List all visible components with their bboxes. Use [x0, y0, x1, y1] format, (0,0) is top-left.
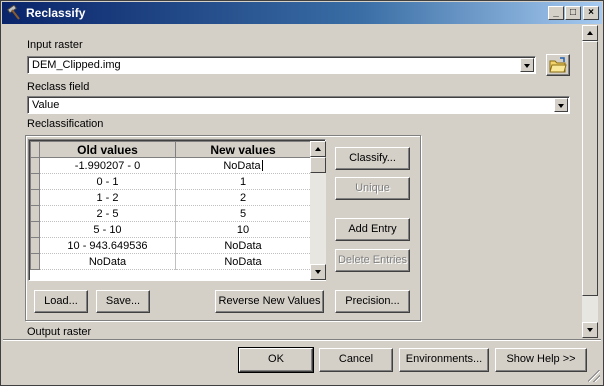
close-button[interactable]: ×	[583, 6, 599, 20]
new-value-text: NoData	[223, 159, 261, 172]
precision-button[interactable]: Precision...	[335, 290, 410, 313]
chevron-down-icon[interactable]	[554, 98, 568, 112]
table-row[interactable]: NoData NoData	[30, 253, 311, 270]
reclassification-label: Reclassification	[27, 118, 104, 130]
table-header-row: Old values New values	[30, 141, 311, 158]
text-caret	[261, 160, 263, 172]
resize-grip-icon[interactable]	[588, 370, 600, 382]
new-value-cell[interactable]: 2	[175, 189, 311, 206]
column-header-old-values[interactable]: Old values	[39, 141, 176, 158]
scroll-down-icon[interactable]	[310, 264, 326, 280]
footer-separator	[3, 339, 601, 341]
row-selector[interactable]	[30, 221, 40, 238]
input-raster-value: DEM_Clipped.img	[32, 59, 121, 71]
row-selector[interactable]	[30, 189, 40, 206]
reclassify-dialog: Reclassify _ □ × Input raster DEM_Clippe…	[0, 0, 604, 386]
old-value-cell[interactable]: 10 - 943.649536	[39, 237, 176, 254]
maximize-button[interactable]: □	[565, 6, 581, 20]
title-bar[interactable]: Reclassify _ □ ×	[2, 2, 602, 24]
old-value-cell[interactable]: 5 - 10	[39, 221, 176, 238]
old-value-cell[interactable]: -1.990207 - 0	[39, 157, 176, 174]
open-folder-icon	[549, 57, 567, 73]
input-raster-label: Input raster	[27, 39, 83, 51]
cancel-button[interactable]: Cancel	[319, 348, 393, 372]
unique-button[interactable]: Unique	[335, 177, 410, 200]
minimize-button[interactable]: _	[548, 6, 564, 20]
table-row[interactable]: 5 - 10 10	[30, 221, 311, 238]
browse-input-button[interactable]	[546, 54, 570, 76]
new-value-cell[interactable]: 1	[175, 173, 311, 190]
add-entry-button[interactable]: Add Entry	[335, 218, 410, 241]
save-button[interactable]: Save...	[96, 290, 150, 313]
input-raster-combobox[interactable]: DEM_Clipped.img	[27, 56, 536, 74]
row-selector[interactable]	[30, 157, 40, 174]
load-button[interactable]: Load...	[34, 290, 88, 313]
reclass-field-label: Reclass field	[27, 81, 90, 93]
row-selector[interactable]	[30, 237, 40, 254]
reclass-field-value: Value	[32, 99, 60, 111]
scroll-thumb[interactable]	[310, 157, 326, 173]
table-row[interactable]: 1 - 2 2	[30, 189, 311, 206]
environments-button[interactable]: Environments...	[399, 348, 489, 372]
table-row[interactable]: 2 - 5 5	[30, 205, 311, 222]
show-help-button[interactable]: Show Help >>	[495, 348, 587, 372]
output-raster-label: Output raster	[27, 326, 92, 338]
row-selector[interactable]	[30, 173, 40, 190]
reclass-field-combobox[interactable]: Value	[27, 96, 570, 114]
scroll-thumb[interactable]	[582, 41, 598, 296]
delete-entries-button[interactable]: Delete Entries	[335, 249, 410, 272]
scroll-up-icon[interactable]	[310, 141, 326, 157]
new-value-cell[interactable]: NoData	[175, 237, 311, 254]
window-title: Reclassify	[26, 6, 86, 20]
old-value-cell[interactable]: NoData	[39, 253, 176, 270]
scroll-down-icon[interactable]	[582, 322, 598, 338]
row-selector[interactable]	[30, 205, 40, 222]
old-value-cell[interactable]: 0 - 1	[39, 173, 176, 190]
old-value-cell[interactable]: 2 - 5	[39, 205, 176, 222]
new-value-cell[interactable]: NoData	[175, 157, 311, 174]
scroll-up-icon[interactable]	[582, 25, 598, 41]
row-selector[interactable]	[30, 253, 40, 270]
table-row[interactable]: -1.990207 - 0 NoData	[30, 157, 311, 174]
reverse-new-values-button[interactable]: Reverse New Values	[215, 290, 324, 313]
row-selector-header	[30, 141, 40, 158]
table-row[interactable]: 0 - 1 1	[30, 173, 311, 190]
table-row[interactable]: 10 - 943.649536 NoData	[30, 237, 311, 254]
ok-button[interactable]: OK	[238, 347, 314, 373]
new-value-cell[interactable]: 10	[175, 221, 311, 238]
dialog-scrollbar[interactable]	[582, 25, 598, 338]
old-value-cell[interactable]: 1 - 2	[39, 189, 176, 206]
reclass-grid: Old values New values -1.990207 - 0 NoDa…	[30, 141, 311, 270]
classify-button[interactable]: Classify...	[335, 147, 410, 170]
chevron-down-icon[interactable]	[520, 58, 534, 72]
reclass-table[interactable]: Old values New values -1.990207 - 0 NoDa…	[28, 139, 326, 281]
column-header-new-values[interactable]: New values	[175, 141, 311, 158]
new-value-cell[interactable]: NoData	[175, 253, 311, 270]
new-value-cell[interactable]: 5	[175, 205, 311, 222]
hammer-icon	[6, 5, 20, 20]
table-scrollbar[interactable]	[310, 141, 326, 280]
